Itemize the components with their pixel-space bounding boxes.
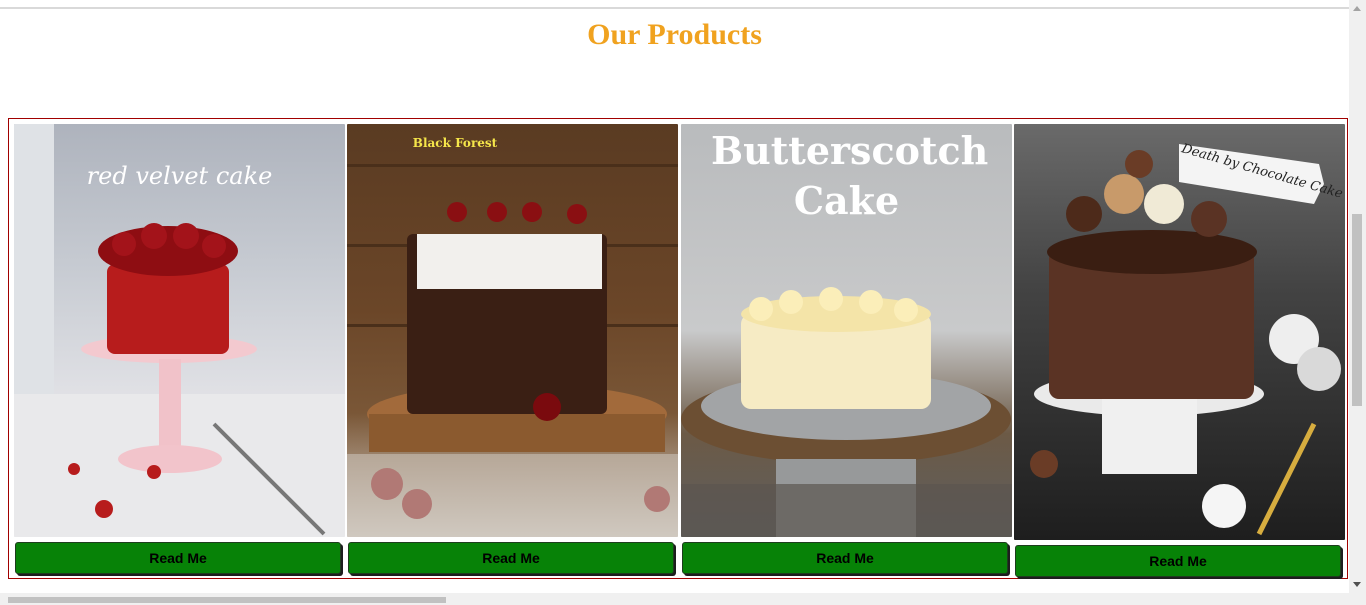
product-card-red-velvet: red velvet cake Read Me — [14, 124, 345, 574]
vertical-scroll-thumb[interactable] — [1352, 214, 1362, 406]
page-title: Our Products — [587, 18, 762, 51]
product-image-caption: Butterscotch Cake — [711, 128, 989, 223]
product-grid: red velvet cake Read Me Black Forest Rea… — [8, 118, 1348, 579]
product-image-black-forest: Black Forest — [347, 124, 678, 537]
product-image-caption: Black Forest — [412, 136, 498, 150]
product-image-death-by-chocolate: Death by Chocolate Cake — [1014, 124, 1345, 540]
read-me-button-butterscotch[interactable]: Read Me — [682, 542, 1008, 574]
horizontal-scroll-thumb[interactable] — [8, 597, 446, 603]
top-divider — [0, 7, 1349, 9]
product-card-butterscotch: Butterscotch Cake Read Me — [681, 124, 1012, 574]
product-image-red-velvet: red velvet cake — [14, 124, 345, 537]
scroll-down-arrow-icon[interactable] — [1353, 582, 1361, 587]
horizontal-scrollbar[interactable] — [0, 593, 1349, 605]
vertical-scrollbar[interactable] — [1349, 0, 1366, 605]
product-image-caption: red velvet cake — [86, 162, 273, 190]
read-me-button-black-forest[interactable]: Read Me — [348, 542, 674, 574]
read-me-button-death-by-chocolate[interactable]: Read Me — [1015, 545, 1341, 577]
product-card-black-forest: Black Forest Read Me — [347, 124, 678, 574]
scroll-up-arrow-icon[interactable] — [1353, 6, 1361, 11]
read-me-button-red-velvet[interactable]: Read Me — [15, 542, 341, 574]
product-image-butterscotch: Butterscotch Cake — [681, 124, 1012, 537]
product-card-death-by-chocolate: Death by Chocolate Cake Read Me — [1014, 124, 1345, 577]
